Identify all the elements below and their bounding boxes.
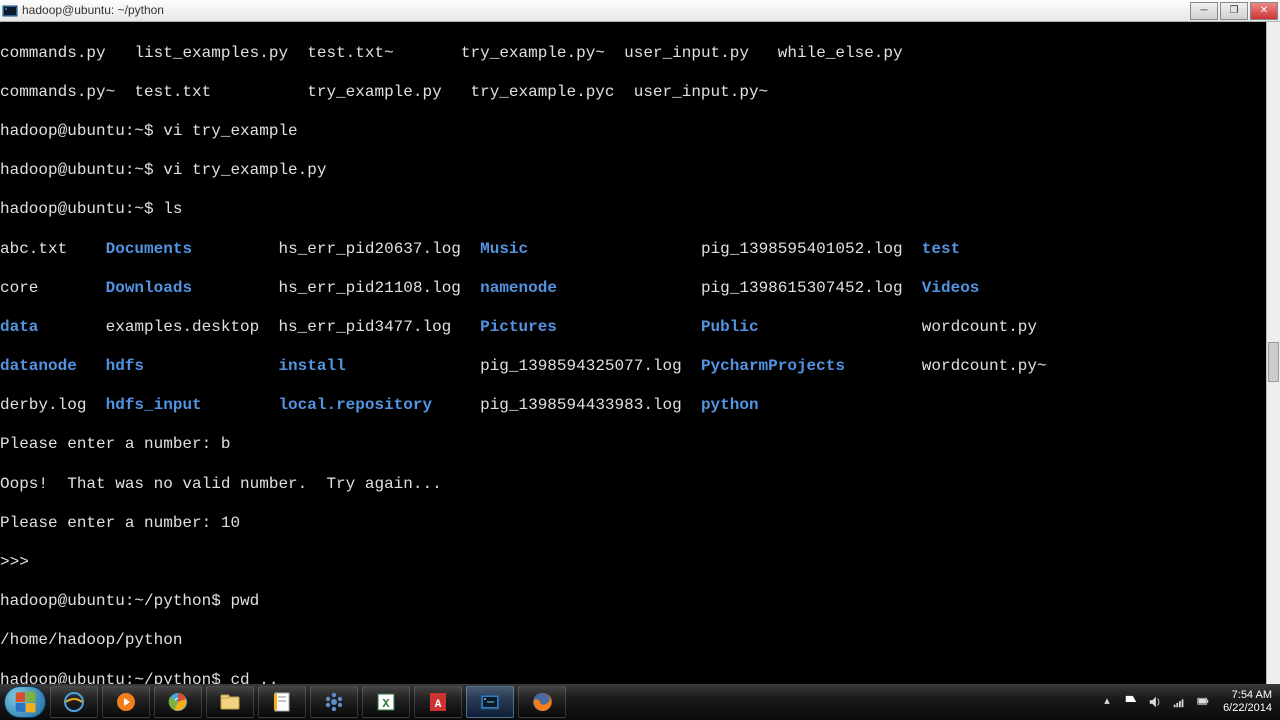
windows-logo-icon <box>16 691 36 712</box>
file: list_examples.py <box>134 44 288 62</box>
prompt-line: hadoop@ubuntu:~/python$ cd .. <box>0 671 1266 684</box>
battery-icon[interactable] <box>1194 693 1212 711</box>
dir: data <box>0 318 38 336</box>
dir: install <box>278 357 345 375</box>
output-line: Please enter a number: 10 <box>0 514 1266 534</box>
file: commands.py <box>0 44 106 62</box>
explorer-icon[interactable] <box>206 686 254 718</box>
dir: Documents <box>106 240 192 258</box>
file: pig_1398615307452.log <box>701 279 903 297</box>
putty-taskbar-icon[interactable] <box>466 686 514 718</box>
dir: python <box>701 396 759 414</box>
minimize-button[interactable]: ─ <box>1190 2 1218 20</box>
file: user_input.py~ <box>634 83 768 101</box>
ie-icon[interactable] <box>50 686 98 718</box>
action-center-icon[interactable] <box>1122 693 1140 711</box>
prompt-line: hadoop@ubuntu:~/python$ pwd <box>0 592 1266 612</box>
close-button[interactable]: ✕ <box>1250 2 1278 20</box>
prompt-line: hadoop@ubuntu:~$ vi try_example <box>0 122 1266 142</box>
file: examples.desktop <box>106 318 260 336</box>
prompt-line: hadoop@ubuntu:~$ ls <box>0 200 1266 220</box>
dir: Pictures <box>480 318 557 336</box>
file: while_else.py <box>778 44 903 62</box>
window-title: hadoop@ubuntu: ~/python <box>22 1 1188 21</box>
dir: local.repository <box>278 396 432 414</box>
maximize-button[interactable]: ❐ <box>1220 2 1248 20</box>
file: try_example.pyc <box>470 83 614 101</box>
putty-icon <box>2 3 18 19</box>
output-line: Please enter a number: b <box>0 435 1266 455</box>
window-titlebar: hadoop@ubuntu: ~/python ─ ❐ ✕ <box>0 0 1280 22</box>
clock-time: 7:54 AM <box>1223 689 1272 702</box>
firefox-icon[interactable] <box>518 686 566 718</box>
repl-prompt: >>> <box>0 553 1266 573</box>
terminal-output[interactable]: commands.py list_examples.py test.txt~ t… <box>0 22 1266 684</box>
chrome-icon[interactable] <box>154 686 202 718</box>
dir: hdfs <box>106 357 144 375</box>
media-player-icon[interactable] <box>102 686 150 718</box>
notepad-icon[interactable] <box>258 686 306 718</box>
dir: Music <box>480 240 528 258</box>
file: derby.log <box>0 396 86 414</box>
taskbar: X A ▴ 7:54 AM 6/22/2014 <box>0 684 1280 720</box>
file: hs_err_pid20637.log <box>278 240 460 258</box>
excel-icon[interactable]: X <box>362 686 410 718</box>
adobe-reader-icon[interactable]: A <box>414 686 462 718</box>
file: commands.py~ <box>0 83 115 101</box>
show-hidden-icon[interactable]: ▴ <box>1098 693 1116 711</box>
dir: Videos <box>922 279 980 297</box>
svg-text:A: A <box>435 699 442 711</box>
clock[interactable]: 7:54 AM 6/22/2014 <box>1223 689 1272 715</box>
svg-text:X: X <box>382 697 390 711</box>
dir: Downloads <box>106 279 192 297</box>
prompt-line: hadoop@ubuntu:~$ vi try_example.py <box>0 161 1266 181</box>
file: try_example.py~ <box>461 44 605 62</box>
system-tray: ▴ 7:54 AM 6/22/2014 <box>1095 689 1276 715</box>
network-icon[interactable] <box>1170 693 1188 711</box>
file: try_example.py <box>307 83 441 101</box>
dir: hdfs_input <box>106 396 202 414</box>
clock-date: 6/22/2014 <box>1223 702 1272 715</box>
file: test.txt <box>134 83 211 101</box>
volume-icon[interactable] <box>1146 693 1164 711</box>
start-button[interactable] <box>4 686 46 718</box>
file: pig_1398595401052.log <box>701 240 903 258</box>
dir: test <box>922 240 960 258</box>
dir: Public <box>701 318 759 336</box>
file: test.txt~ <box>307 44 393 62</box>
file: abc.txt <box>0 240 67 258</box>
file: pig_1398594433983.log <box>480 396 682 414</box>
gotomeeting-icon[interactable] <box>310 686 358 718</box>
output-line: Oops! That was no valid number. Try agai… <box>0 475 1266 495</box>
scrollbar-thumb[interactable] <box>1268 342 1279 382</box>
file: core <box>0 279 38 297</box>
file: hs_err_pid21108.log <box>278 279 460 297</box>
output-line: /home/hadoop/python <box>0 631 1266 651</box>
dir: namenode <box>480 279 557 297</box>
vertical-scrollbar[interactable] <box>1266 22 1280 684</box>
dir: PycharmProjects <box>701 357 845 375</box>
dir: datanode <box>0 357 77 375</box>
file: wordcount.py <box>922 318 1037 336</box>
file: hs_err_pid3477.log <box>278 318 451 336</box>
window-controls: ─ ❐ ✕ <box>1188 2 1278 20</box>
file: wordcount.py~ <box>922 357 1047 375</box>
file: user_input.py <box>624 44 749 62</box>
file: pig_1398594325077.log <box>480 357 682 375</box>
